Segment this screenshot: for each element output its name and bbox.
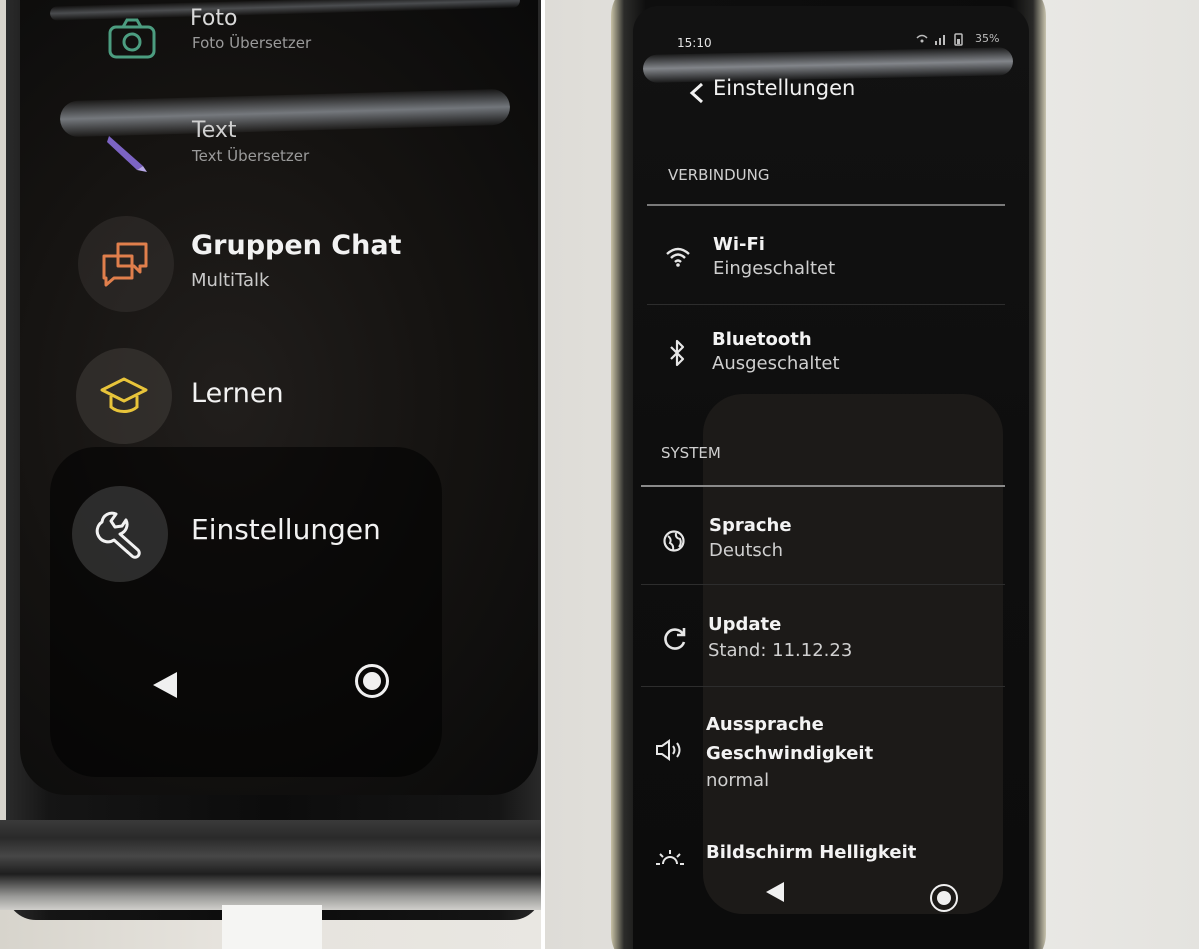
status-time: 15:10 <box>677 36 712 50</box>
home-circle-icon[interactable] <box>930 884 958 912</box>
home-circle-icon[interactable] <box>355 664 389 698</box>
menu-subtitle: Text Übersetzer <box>192 147 310 165</box>
chevron-left-icon[interactable] <box>689 82 705 108</box>
setting-value: Ausgeschaltet <box>712 353 840 374</box>
setting-title: Update <box>708 614 782 635</box>
menu-title: Text <box>192 118 237 143</box>
row-separator <box>647 304 1005 305</box>
menu-title: Lernen <box>191 378 284 409</box>
setting-value: normal <box>706 770 770 791</box>
setting-value: Deutsch <box>709 540 784 561</box>
back-triangle-icon[interactable] <box>153 672 177 698</box>
row-separator <box>641 584 1005 585</box>
setting-title: Bluetooth <box>712 329 812 350</box>
bluetooth-icon <box>669 339 685 371</box>
section-divider <box>641 485 1005 487</box>
battery-percent: 35% <box>975 32 1000 45</box>
setting-value: Eingeschaltet <box>713 258 836 279</box>
device-screen-left: Foto Foto Übersetzer Text Text Übersetze… <box>20 0 538 795</box>
globe-icon <box>662 529 686 557</box>
chat-bubbles-icon <box>78 216 174 312</box>
section-label-system: SYSTEM <box>661 444 721 462</box>
photo-left-menu: Foto Foto Übersetzer Text Text Übersetze… <box>0 0 541 949</box>
setting-title: Aussprache <box>706 714 824 735</box>
menu-title: Foto <box>190 6 238 31</box>
wrench-icon <box>72 486 168 582</box>
speaker-icon <box>655 739 685 765</box>
signal-icon <box>915 31 967 50</box>
setting-title: Sprache <box>709 515 792 536</box>
section-label-verbindung: VERBINDUNG <box>668 166 770 184</box>
menu-subtitle: MultiTalk <box>191 270 270 291</box>
camera-icon <box>84 0 180 86</box>
photo-right-settings: 15:10 35% Einstellungen VERBINDUNG Wi-Fi… <box>545 0 1199 949</box>
wifi-icon <box>665 246 691 272</box>
device-bottom-edge <box>0 820 541 910</box>
menu-subtitle: Foto Übersetzer <box>192 34 312 52</box>
brightness-icon <box>655 846 685 870</box>
setting-title: Bildschirm Helligkeit <box>706 842 917 863</box>
setting-title-line2: Geschwindigkeit <box>706 743 874 764</box>
usb-cable <box>222 905 322 949</box>
pen-icon <box>78 103 174 199</box>
refresh-icon <box>662 626 688 656</box>
setting-title: Wi-Fi <box>713 234 765 255</box>
setting-value: Stand: 11.12.23 <box>708 640 853 661</box>
page-title: Einstellungen <box>713 76 856 100</box>
menu-title: Gruppen Chat <box>191 230 402 261</box>
graduation-cap-icon <box>76 348 172 444</box>
menu-title: Einstellungen <box>191 513 381 546</box>
back-triangle-icon[interactable] <box>766 882 784 902</box>
device-screen-right: 15:10 35% Einstellungen VERBINDUNG Wi-Fi… <box>633 6 1029 949</box>
section-divider <box>647 204 1005 206</box>
row-separator <box>641 686 1005 687</box>
